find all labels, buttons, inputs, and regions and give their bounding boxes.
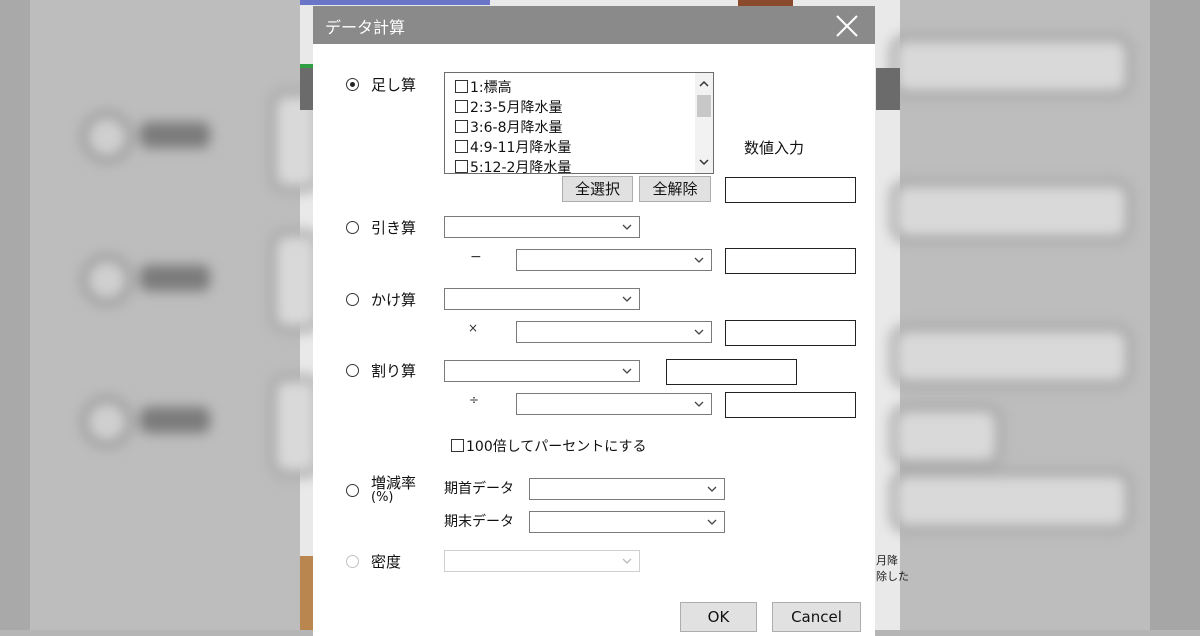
chevron-down-icon bbox=[694, 257, 704, 263]
chevron-down-icon bbox=[694, 329, 704, 335]
list-item[interactable]: 1:標高 bbox=[455, 77, 512, 97]
list-item[interactable]: 2:3-5月降水量 bbox=[455, 97, 563, 117]
chevron-down-icon bbox=[622, 296, 632, 302]
subtraction-radio[interactable] bbox=[346, 221, 359, 234]
percent-checkbox-row[interactable]: 100倍してパーセントにする bbox=[451, 436, 646, 456]
background-label bbox=[140, 122, 210, 148]
background-field bbox=[890, 35, 1132, 97]
multiplication-first-select[interactable] bbox=[444, 288, 640, 310]
list-item[interactable]: 4:9-11月降水量 bbox=[455, 137, 571, 157]
list-item-checkbox[interactable] bbox=[455, 140, 468, 153]
percent-checkbox[interactable] bbox=[451, 439, 464, 452]
multiply-operator: × bbox=[468, 321, 479, 335]
scroll-up-icon[interactable] bbox=[698, 79, 710, 89]
chevron-down-icon bbox=[622, 558, 632, 564]
close-icon[interactable] bbox=[833, 12, 861, 40]
percent-checkbox-label: 100倍してパーセントにする bbox=[466, 439, 647, 455]
division-numeric-input-bottom[interactable] bbox=[725, 392, 856, 418]
background-text: 月降 bbox=[876, 554, 898, 567]
background-green-bar bbox=[300, 64, 313, 68]
dialog-titlebar: データ計算 bbox=[313, 6, 875, 44]
numeric-input-label: 数値入力 bbox=[744, 139, 805, 157]
end-data-select[interactable] bbox=[529, 511, 725, 533]
start-data-label: 期首データ bbox=[444, 481, 514, 497]
background-selection-bar bbox=[300, 0, 490, 5]
minus-operator: − bbox=[470, 249, 482, 265]
scrollbar-thumb[interactable] bbox=[697, 95, 711, 117]
chevron-down-icon bbox=[622, 368, 632, 374]
list-item[interactable]: 3:6-8月降水量 bbox=[455, 117, 563, 137]
dialog-title: データ計算 bbox=[325, 18, 406, 37]
divide-operator: ÷ bbox=[469, 393, 480, 407]
start-data-select[interactable] bbox=[529, 478, 725, 500]
chevron-down-icon bbox=[694, 401, 704, 407]
chevron-down-icon bbox=[707, 519, 717, 525]
division-first-select[interactable] bbox=[444, 360, 640, 382]
growth-rate-unit-label: (%) bbox=[371, 490, 394, 505]
growth-rate-radio[interactable] bbox=[346, 484, 359, 497]
background-radio bbox=[82, 397, 132, 447]
background-radio bbox=[82, 112, 132, 162]
addition-radio[interactable] bbox=[346, 78, 359, 91]
division-label: 割り算 bbox=[371, 362, 417, 380]
background-field bbox=[890, 180, 1132, 242]
list-item-checkbox[interactable] bbox=[455, 120, 468, 133]
addition-numeric-input[interactable] bbox=[725, 177, 856, 203]
cancel-button[interactable]: Cancel bbox=[772, 602, 861, 632]
scroll-down-icon[interactable] bbox=[698, 157, 710, 167]
end-data-label: 期末データ bbox=[444, 514, 514, 530]
listbox-scrollbar[interactable] bbox=[695, 73, 713, 173]
density-label: 密度 bbox=[371, 553, 402, 571]
background-text: 除した bbox=[876, 570, 909, 583]
background-header-bar bbox=[876, 68, 900, 110]
list-item-checkbox[interactable] bbox=[455, 160, 468, 173]
background-label bbox=[140, 265, 210, 291]
subtraction-label: 引き算 bbox=[371, 219, 417, 237]
list-item-checkbox[interactable] bbox=[455, 100, 468, 113]
background-field bbox=[890, 405, 1002, 467]
background-radio bbox=[82, 255, 132, 305]
multiplication-second-select[interactable] bbox=[516, 321, 712, 343]
select-all-button[interactable]: 全選択 bbox=[562, 176, 633, 202]
chevron-down-icon bbox=[622, 224, 632, 230]
list-item[interactable]: 5:12-2月降水量 bbox=[455, 157, 571, 173]
background-label bbox=[140, 407, 210, 433]
background-left-panel bbox=[0, 0, 300, 630]
ok-button[interactable]: OK bbox=[680, 602, 757, 632]
division-numeric-input-top[interactable] bbox=[666, 359, 797, 385]
density-select bbox=[444, 550, 640, 572]
background-field bbox=[890, 325, 1132, 387]
addition-data-listbox[interactable]: 1:標高 2:3-5月降水量 3:6-8月降水量 4:9-11月降水量 5:12… bbox=[444, 72, 714, 174]
division-radio[interactable] bbox=[346, 364, 359, 377]
background-field bbox=[890, 470, 1132, 532]
division-second-select[interactable] bbox=[516, 393, 712, 415]
multiplication-numeric-input[interactable] bbox=[725, 320, 856, 346]
background-header-bar bbox=[300, 68, 313, 110]
background-illustration bbox=[300, 556, 313, 630]
chevron-down-icon bbox=[707, 486, 717, 492]
background-left-edge bbox=[0, 0, 30, 630]
multiplication-radio[interactable] bbox=[346, 293, 359, 306]
multiplication-label: かけ算 bbox=[371, 291, 417, 309]
subtraction-second-select[interactable] bbox=[516, 249, 712, 271]
density-radio bbox=[346, 555, 359, 568]
background-right-edge bbox=[1150, 0, 1200, 630]
clear-all-button[interactable]: 全解除 bbox=[639, 176, 711, 202]
subtraction-first-select[interactable] bbox=[444, 216, 640, 238]
data-calculation-dialog: データ計算 足し算 1:標高 2:3-5月降水量 3:6-8月降水量 4:9-1… bbox=[313, 6, 875, 636]
subtraction-numeric-input[interactable] bbox=[725, 248, 856, 274]
addition-label: 足し算 bbox=[371, 76, 417, 94]
list-item-checkbox[interactable] bbox=[455, 80, 468, 93]
